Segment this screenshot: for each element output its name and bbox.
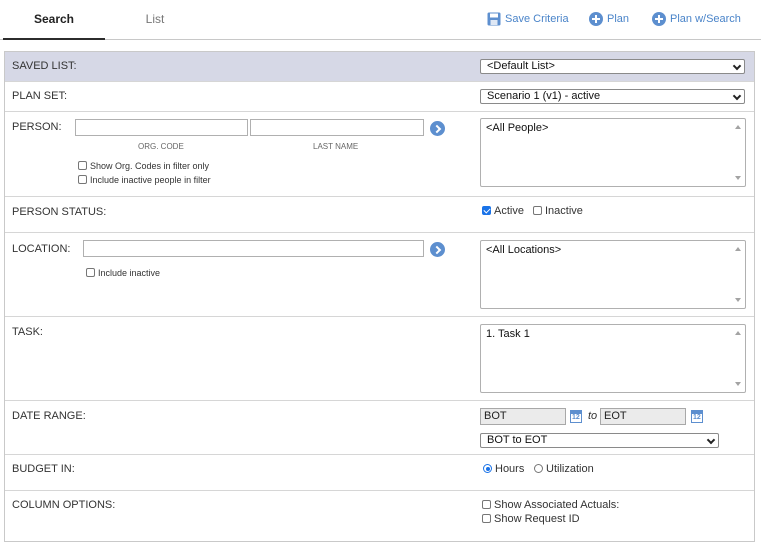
chevron-down-icon bbox=[706, 435, 716, 445]
show-org-codes-label: Show Org. Codes in filter only bbox=[90, 161, 210, 171]
org-code-input[interactable] bbox=[75, 119, 248, 136]
saved-list-row: SAVED LIST: <Default List> bbox=[5, 52, 754, 82]
last-name-input[interactable] bbox=[250, 119, 424, 136]
chevron-down-icon bbox=[732, 61, 742, 71]
show-associated-actuals-label: Show Associated Actuals: bbox=[494, 499, 620, 511]
list-item[interactable]: <All People> bbox=[486, 122, 548, 134]
status-inactive-label: Inactive bbox=[545, 205, 583, 217]
calendar-icon[interactable]: 12 bbox=[570, 410, 582, 423]
plan-set-label: PLAN SET: bbox=[12, 90, 68, 102]
checkbox-icon bbox=[86, 268, 95, 277]
calendar-icon[interactable]: 12 bbox=[691, 410, 703, 423]
task-list[interactable]: 1. Task 1 bbox=[480, 324, 746, 393]
date-range-preset-select[interactable]: BOT to EOT bbox=[480, 433, 719, 448]
radio-selected-icon bbox=[483, 464, 492, 473]
location-list[interactable]: <All Locations> bbox=[480, 240, 746, 309]
show-org-codes-checkbox[interactable]: Show Org. Codes in filter only bbox=[78, 161, 209, 171]
show-request-id-checkbox[interactable]: Show Request ID bbox=[482, 513, 580, 525]
plan-with-search-label: Plan w/Search bbox=[670, 13, 741, 25]
budget-hours-radio[interactable]: Hours bbox=[483, 463, 524, 475]
saved-list-value: <Default List> bbox=[487, 60, 555, 72]
chevron-down-icon bbox=[732, 91, 742, 101]
last-name-label: LAST NAME bbox=[313, 142, 359, 151]
person-list[interactable]: <All People> bbox=[480, 118, 746, 187]
tab-search[interactable]: Search bbox=[3, 0, 105, 40]
checkbox-checked-icon bbox=[482, 206, 491, 215]
checkbox-icon bbox=[533, 206, 542, 215]
person-search-go-button[interactable] bbox=[430, 121, 445, 136]
date-range-label: DATE RANGE: bbox=[12, 410, 86, 422]
include-inactive-locations-checkbox[interactable]: Include inactive bbox=[86, 268, 160, 278]
checkbox-icon bbox=[78, 161, 87, 170]
scroll-down-icon bbox=[735, 298, 741, 302]
plan-label: Plan bbox=[607, 13, 630, 25]
date-to-input[interactable]: EOT bbox=[600, 408, 686, 425]
include-inactive-locations-label: Include inactive bbox=[98, 268, 161, 278]
include-inactive-people-checkbox[interactable]: Include inactive people in filter bbox=[78, 175, 211, 185]
budget-in-row: BUDGET IN: Hours Utilization bbox=[5, 455, 754, 491]
column-options-label: COLUMN OPTIONS: bbox=[12, 499, 116, 511]
person-status-row: PERSON STATUS: Active Inactive bbox=[5, 197, 754, 233]
radio-icon bbox=[534, 464, 543, 473]
location-search-go-button[interactable] bbox=[430, 242, 445, 257]
column-options-row: COLUMN OPTIONS: Show Associated Actuals:… bbox=[5, 491, 754, 541]
scroll-up-icon bbox=[735, 247, 741, 251]
budget-hours-label: Hours bbox=[495, 463, 525, 475]
search-criteria-panel: SAVED LIST: <Default List> PLAN SET: Sce… bbox=[4, 51, 755, 542]
tab-list[interactable]: List bbox=[105, 0, 205, 40]
list-item[interactable]: 1. Task 1 bbox=[486, 328, 530, 340]
calendar-day: 12 bbox=[693, 414, 701, 421]
checkbox-icon bbox=[482, 514, 491, 523]
plan-set-select[interactable]: Scenario 1 (v1) - active bbox=[480, 89, 745, 104]
plan-button[interactable]: Plan bbox=[589, 11, 629, 27]
status-inactive-checkbox[interactable]: Inactive bbox=[533, 205, 583, 217]
location-input[interactable] bbox=[83, 240, 424, 257]
show-request-id-label: Show Request ID bbox=[494, 513, 580, 525]
show-associated-actuals-checkbox[interactable]: Show Associated Actuals: bbox=[482, 499, 619, 511]
date-from-input[interactable]: BOT bbox=[480, 408, 566, 425]
scroll-up-icon bbox=[735, 125, 741, 129]
person-row: PERSON: ORG. CODE LAST NAME Show Org. Co… bbox=[5, 112, 754, 197]
status-active-checkbox[interactable]: Active bbox=[482, 205, 524, 217]
status-active-label: Active bbox=[494, 205, 524, 217]
scroll-up-icon bbox=[735, 331, 741, 335]
plan-with-search-button[interactable]: Plan w/Search bbox=[652, 11, 741, 27]
plan-set-row: PLAN SET: Scenario 1 (v1) - active bbox=[5, 82, 754, 112]
list-scrollbar[interactable] bbox=[731, 325, 745, 392]
list-item[interactable]: <All Locations> bbox=[486, 244, 561, 256]
date-range-row: DATE RANGE: BOT 12 to EOT 12 BOT to EOT bbox=[5, 401, 754, 455]
calendar-day: 12 bbox=[572, 414, 580, 421]
task-row: TASK: 1. Task 1 bbox=[5, 317, 754, 401]
plan-set-value: Scenario 1 (v1) - active bbox=[487, 90, 601, 102]
location-label: LOCATION: bbox=[12, 243, 71, 255]
save-icon bbox=[487, 12, 501, 26]
scroll-down-icon bbox=[735, 176, 741, 180]
person-label: PERSON: bbox=[12, 121, 62, 133]
plus-circle-icon bbox=[652, 12, 666, 27]
tab-bar: Search List bbox=[0, 0, 761, 40]
budget-in-label: BUDGET IN: bbox=[12, 463, 75, 475]
list-scrollbar[interactable] bbox=[731, 241, 745, 308]
budget-utilization-radio[interactable]: Utilization bbox=[534, 463, 594, 475]
task-label: TASK: bbox=[12, 326, 43, 338]
budget-utilization-label: Utilization bbox=[546, 463, 594, 475]
checkbox-icon bbox=[482, 500, 491, 509]
save-criteria-label: Save Criteria bbox=[505, 13, 569, 25]
saved-list-label: SAVED LIST: bbox=[12, 60, 77, 72]
list-scrollbar[interactable] bbox=[731, 119, 745, 186]
include-inactive-people-label: Include inactive people in filter bbox=[90, 175, 211, 185]
location-row: LOCATION: Include inactive <All Location… bbox=[5, 233, 754, 317]
plus-circle-icon bbox=[589, 12, 603, 27]
saved-list-select[interactable]: <Default List> bbox=[480, 59, 745, 74]
org-code-label: ORG. CODE bbox=[138, 142, 184, 151]
checkbox-icon bbox=[78, 175, 87, 184]
scroll-down-icon bbox=[735, 382, 741, 386]
person-status-label: PERSON STATUS: bbox=[12, 206, 107, 218]
date-range-preset-value: BOT to EOT bbox=[487, 434, 548, 446]
date-to-label: to bbox=[588, 410, 598, 422]
save-criteria-button[interactable]: Save Criteria bbox=[487, 11, 569, 27]
